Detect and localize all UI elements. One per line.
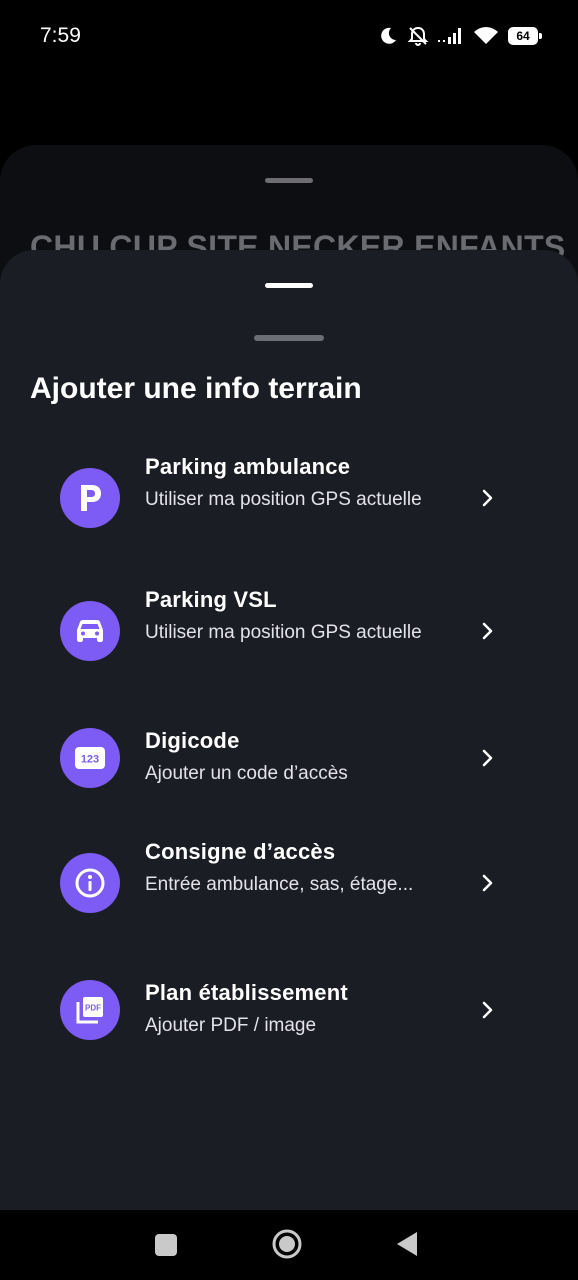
option-subtitle: Utiliser ma position GPS actuelle — [145, 489, 422, 510]
status-icons: 64 — [378, 22, 542, 50]
status-time: 7:59 — [40, 24, 81, 47]
option-text: Parking VSL Utiliser ma position GPS act… — [145, 585, 435, 648]
option-label: Plan établissement — [145, 980, 348, 1005]
info-icon — [60, 853, 120, 913]
option-text: Digicode Ajouter un code d’accès — [145, 726, 435, 789]
option-subtitle: Utiliser ma position GPS actuelle — [145, 622, 422, 643]
moon-icon — [381, 27, 396, 44]
option-label: Parking VSL — [145, 587, 277, 612]
option-subtitle: Ajouter PDF / image — [145, 1015, 317, 1036]
option-parking-vsl[interactable]: Parking VSL Utiliser ma position GPS act… — [40, 585, 540, 680]
parking-icon — [60, 468, 120, 528]
home-icon[interactable] — [271, 1228, 303, 1260]
car-icon — [60, 601, 120, 661]
option-subtitle: Entrée ambulance, sas, étage... — [145, 874, 414, 895]
back-icon[interactable] — [395, 1230, 419, 1258]
sheet-secondary-handle[interactable] — [254, 335, 324, 341]
chevron-right-icon — [482, 489, 493, 507]
system-nav-bar — [0, 1210, 578, 1280]
option-parking-ambulance[interactable]: Parking ambulance Utiliser ma position G… — [40, 452, 540, 547]
chevron-right-icon — [482, 1001, 493, 1019]
sheet-drag-handle[interactable] — [265, 283, 313, 288]
status-bar: 7:59 64 — [0, 0, 578, 72]
bell-off-icon — [407, 26, 429, 46]
background-sheet-handle[interactable] — [265, 178, 313, 183]
sheet-title: Ajouter une info terrain — [30, 372, 362, 405]
option-subtitle: Ajouter un code d’accès — [145, 763, 348, 784]
chevron-right-icon — [482, 874, 493, 892]
add-info-bottom-sheet: Ajouter une info terrain Parking ambulan… — [0, 250, 578, 1210]
keypad-123-icon: 123 — [60, 728, 120, 788]
wifi-icon — [474, 27, 498, 44]
option-text: Consigne d’accès Entrée ambulance, sas, … — [145, 837, 435, 900]
chevron-right-icon — [482, 622, 493, 640]
signal-icon — [438, 28, 461, 44]
option-text: Plan établissement Ajouter PDF / image — [145, 978, 435, 1041]
battery-level: 64 — [516, 29, 530, 43]
pdf-icon: PDF — [60, 980, 120, 1040]
option-digicode[interactable]: 123 Digicode Ajouter un code d’accès — [40, 726, 540, 801]
battery-icon: 64 — [508, 27, 542, 45]
option-label: Parking ambulance — [145, 454, 351, 479]
option-label: Consigne d’accès — [145, 839, 336, 864]
option-label: Digicode — [145, 728, 240, 753]
chevron-right-icon — [482, 749, 493, 767]
svg-text:PDF: PDF — [85, 1004, 101, 1013]
svg-text:123: 123 — [81, 754, 99, 766]
recents-icon[interactable] — [155, 1234, 177, 1256]
option-consigne-acces[interactable]: Consigne d’accès Entrée ambulance, sas, … — [40, 837, 540, 932]
option-text: Parking ambulance Utiliser ma position G… — [145, 452, 435, 515]
option-plan-etablissement[interactable]: PDF Plan établissement Ajouter PDF / ima… — [40, 978, 540, 1053]
